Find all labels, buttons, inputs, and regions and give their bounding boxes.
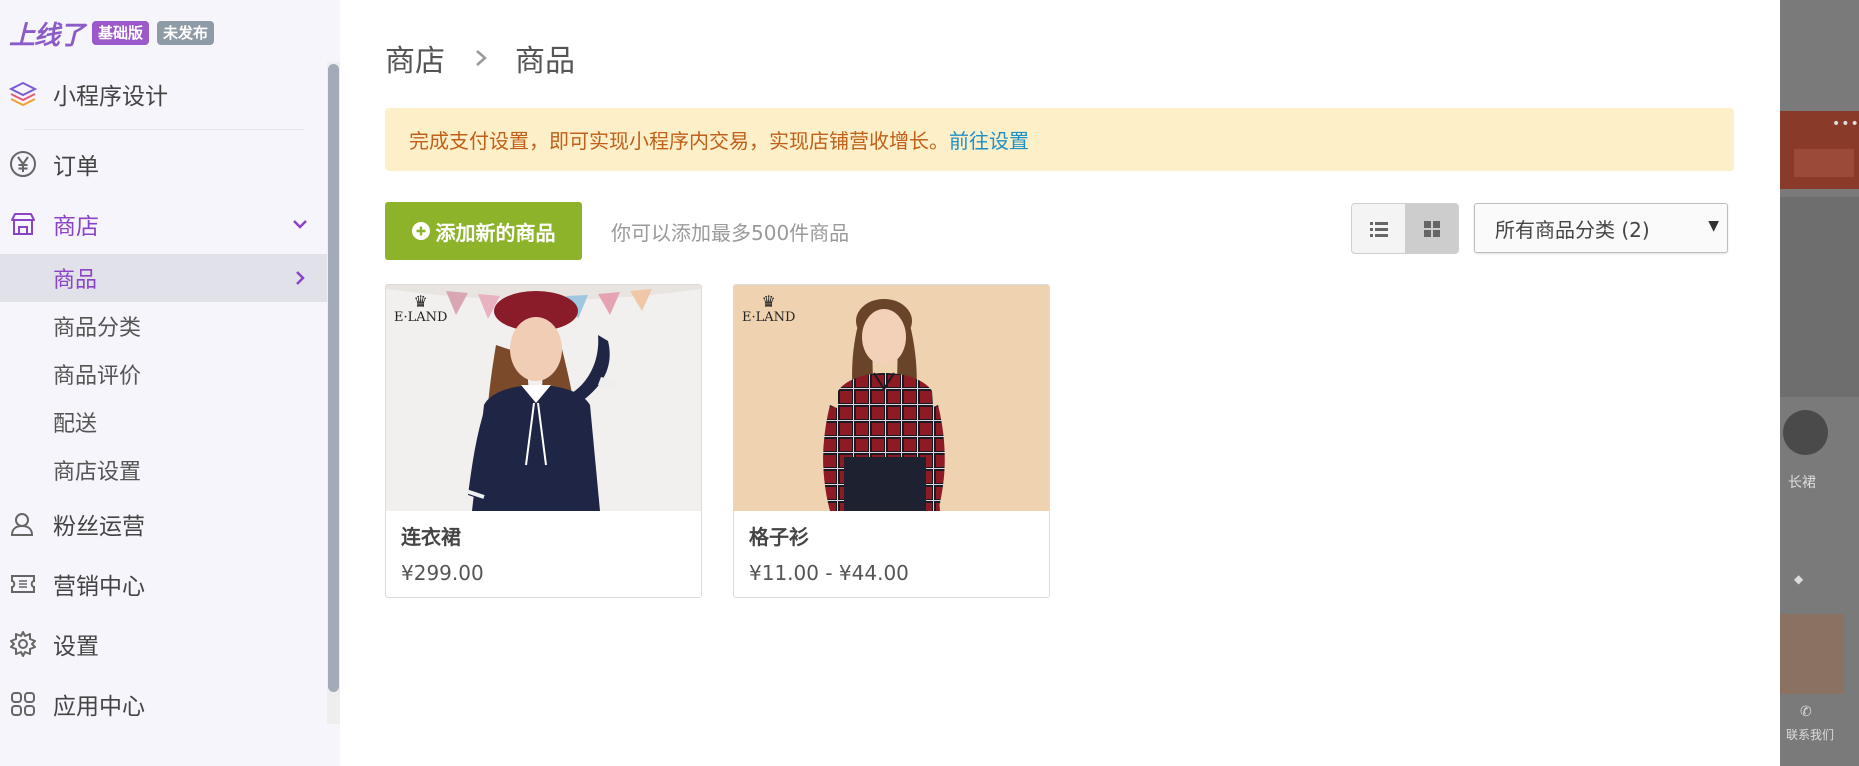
apps-icon: [8, 689, 38, 719]
sidebar-scrollbar-thumb[interactable]: [328, 64, 339, 692]
grid-icon: [1423, 220, 1440, 237]
sidebar-item-label: 应用中心: [53, 694, 145, 720]
product-name[interactable]: 连衣裙: [401, 521, 461, 550]
sidebar-subitem-label: 商店设置: [53, 460, 142, 485]
view-toggle: [1351, 203, 1459, 254]
sidebar-item-label: 商店: [53, 214, 99, 240]
sidebar-item-label: 小程序设计: [53, 84, 168, 110]
sidebar-item-label: 设置: [53, 634, 99, 660]
sidebar-item-label: 订单: [53, 154, 99, 180]
breadcrumb: 商店 商品: [385, 36, 575, 80]
main-content: 商店 商品 完成支付设置，即可实现小程序内交易，实现店铺营收增长。 前往设置 添…: [340, 0, 1780, 766]
gear-icon: [8, 629, 38, 659]
publish-status-badge: 未发布: [157, 21, 215, 45]
sidebar-subitem-label: 商品评价: [53, 364, 142, 389]
sidebar-item-orders[interactable]: 订单: [0, 134, 328, 194]
sidebar-nav: 小程序设计 订单 商店 商品 商品分类 商品评价 配送 商店设置 粉丝运营 营销…: [0, 64, 328, 734]
list-icon: [1369, 221, 1388, 237]
payment-notice: 完成支付设置，即可实现小程序内交易，实现店铺营收增长。 前往设置: [385, 108, 1734, 171]
plus-circle-icon: [411, 222, 430, 240]
product-card[interactable]: ♛ E·LAND 格子衫 ¥11.00 - ¥44.00: [733, 284, 1050, 598]
breadcrumb-store[interactable]: 商店: [385, 36, 445, 80]
sidebar-item-settings[interactable]: 设置: [0, 614, 328, 674]
product-name[interactable]: 格子衫: [749, 521, 809, 550]
sidebar-item-miniprogram-design[interactable]: 小程序设计: [0, 64, 328, 124]
phone-icon: ✆: [1800, 704, 1812, 720]
ticket-icon: [8, 569, 38, 599]
add-product-label: 添加新的商品: [435, 220, 556, 245]
sidebar-subitem-categories[interactable]: 商品分类: [0, 302, 328, 350]
sidebar-subitem-label: 配送: [53, 412, 98, 437]
sidebar-subitem-label: 商品分类: [53, 316, 142, 341]
diamond-icon: ◆: [1794, 572, 1804, 586]
chevron-down-icon: [293, 220, 307, 229]
brand-logo-eland: ♛ E·LAND: [394, 292, 448, 325]
notice-text: 完成支付设置，即可实现小程序内交易，实现店铺营收增长。: [409, 129, 949, 153]
breadcrumb-current: 商品: [515, 44, 575, 79]
plan-badge: 基础版: [92, 21, 150, 45]
product-card[interactable]: ♛ E·LAND 连衣裙 ¥299.00: [385, 284, 702, 598]
sidebar-subitem-label: 商品: [53, 268, 98, 293]
sidebar-item-label: 营销中心: [53, 574, 145, 600]
add-product-button[interactable]: 添加新的商品: [385, 202, 582, 260]
preview-product-image: [1780, 614, 1844, 694]
product-price: ¥11.00 - ¥44.00: [749, 561, 909, 585]
sidebar-subitem-delivery[interactable]: 配送: [0, 398, 328, 446]
brand: 上线了 基础版 未发布: [9, 15, 215, 52]
preview-category-thumb: [1783, 410, 1828, 455]
sidebar-subitem-store-settings[interactable]: 商店设置: [0, 446, 328, 494]
list-view-button[interactable]: [1352, 204, 1405, 253]
category-filter-select[interactable]: 所有商品分类 (2) ▼: [1474, 203, 1728, 253]
preview-category-label: 长裙: [1788, 475, 1816, 491]
sidebar-subitem-reviews[interactable]: 商品评价: [0, 350, 328, 398]
product-price: ¥299.00: [401, 561, 484, 585]
store-submenu: 商品 商品分类 商品评价 配送 商店设置: [0, 254, 328, 494]
sidebar: 上线了 基础版 未发布 小程序设计 订单 商店 商品 商品分类 商品评价 配送 …: [0, 0, 340, 766]
notice-setup-link[interactable]: 前往设置: [949, 125, 1029, 154]
sidebar-item-fans[interactable]: 粉丝运营: [0, 494, 328, 554]
sidebar-item-marketing[interactable]: 营销中心: [0, 554, 328, 614]
grid-view-button[interactable]: [1405, 204, 1458, 253]
more-icon: •••: [1832, 116, 1859, 132]
category-filter-value: 所有商品分类 (2): [1495, 217, 1650, 242]
user-icon: [8, 509, 38, 539]
yen-circle-icon: [8, 149, 38, 179]
brand-logo-eland: ♛ E·LAND: [742, 292, 796, 325]
chevron-right-icon: [476, 50, 487, 66]
divider: [24, 129, 304, 130]
product-image[interactable]: ♛ E·LAND: [386, 285, 701, 511]
preview-search-bar: [1794, 149, 1854, 177]
preview-overlay[interactable]: ••• 长裙 ◆ ✆ 联系我们: [1780, 0, 1859, 766]
brand-logo[interactable]: 上线了: [9, 15, 85, 52]
preview-banner: [1780, 197, 1859, 397]
chevron-right-icon: [296, 271, 305, 285]
sidebar-item-label: 粉丝运营: [53, 514, 145, 540]
layers-icon: [8, 79, 38, 109]
product-limit-hint: 你可以添加最多500件商品: [611, 221, 850, 245]
product-image[interactable]: ♛ E·LAND: [734, 285, 1049, 511]
store-icon: [8, 209, 38, 239]
sidebar-item-store[interactable]: 商店: [0, 194, 328, 254]
sidebar-subitem-products[interactable]: 商品: [0, 254, 328, 302]
caret-down-icon: ▼: [1708, 218, 1719, 234]
sidebar-footer: [0, 724, 340, 766]
preview-contact-label: 联系我们: [1786, 728, 1835, 742]
